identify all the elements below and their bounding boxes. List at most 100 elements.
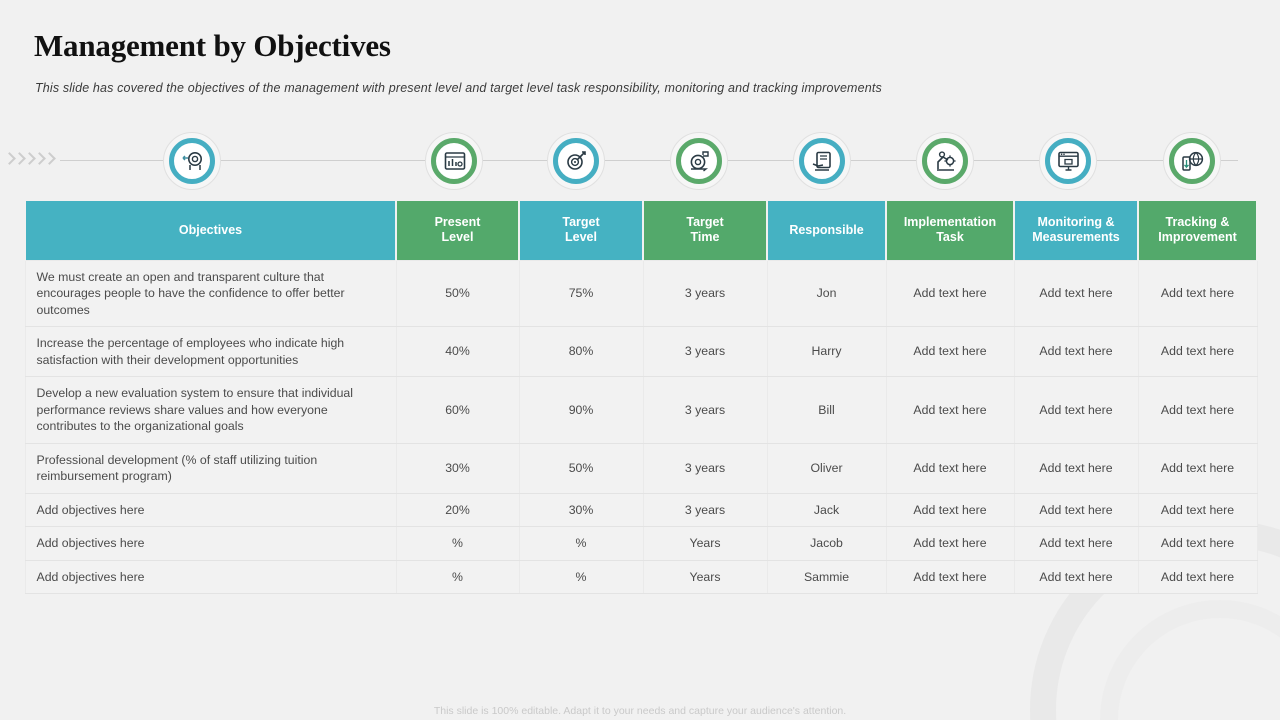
cell-tracking[interactable]: Add text here (1137, 376, 1258, 444)
cell-objective[interactable]: Increase the percentage of employees who… (24, 326, 397, 377)
slide-canvas: Management by Objectives This slide has … (0, 0, 1280, 720)
column-header-target-level[interactable]: Target Level (518, 201, 644, 260)
table-row[interactable]: Increase the percentage of employees who… (24, 326, 1258, 377)
cell-present_level[interactable]: 30% (395, 443, 520, 494)
cell-responsible[interactable]: Oliver (766, 443, 887, 494)
cell-target_time[interactable]: Years (642, 526, 768, 561)
process-icon-strip (0, 132, 1280, 190)
table-row[interactable]: Add objectives here 20% 30% 3 years Jack Add … (24, 493, 1258, 527)
cell-present_level[interactable]: 20% (395, 493, 520, 527)
target-flag-icon (690, 150, 709, 172)
cell-implementation_task[interactable]: Add text here (885, 493, 1015, 527)
cell-responsible[interactable]: Jon (766, 259, 887, 327)
objectives-table-container: Objectives Present Level Target Level Target T… (24, 201, 1258, 594)
cell-target_time[interactable]: 3 years (642, 326, 768, 377)
goal-magnifier-icon (181, 151, 202, 170)
icon-ring-teal (1045, 138, 1091, 184)
cell-implementation_task[interactable]: Add text here (885, 526, 1015, 561)
column-header-objectives[interactable]: Objectives (24, 201, 397, 260)
process-node-5[interactable] (793, 132, 851, 190)
table-row[interactable]: Develop a new evaluation system to ensur… (24, 376, 1258, 444)
cell-tracking[interactable]: Add text here (1137, 526, 1258, 561)
table-row[interactable]: Add objectives here%% Years Sammie Add text… (24, 560, 1258, 594)
globe-network-icon (1181, 151, 1203, 171)
process-node-2[interactable] (425, 132, 483, 190)
chevron-arrow-icon (34, 149, 44, 171)
column-header-present-level[interactable]: Present Level (395, 201, 520, 260)
cell-implementation_task[interactable]: Add text here (885, 376, 1015, 444)
cell-target_level[interactable]: 90% (518, 376, 644, 444)
table-row[interactable]: Add objectives here%% Years Jacob Add text … (24, 526, 1258, 561)
footer-note: This slide is 100% editable. Adapt it to… (433, 705, 847, 717)
monitor-hand-icon (812, 151, 831, 171)
cell-tracking[interactable]: Add text here (1137, 326, 1258, 377)
cell-tracking[interactable]: Add text here (1137, 493, 1258, 527)
cell-target_level[interactable]: % (518, 560, 644, 594)
cell-responsible[interactable]: Sammie (766, 560, 887, 594)
cell-target_time[interactable]: 3 years (642, 376, 768, 444)
column-header-target-time[interactable]: Target Time (642, 201, 768, 260)
cell-present_level[interactable]: 60% (395, 376, 520, 444)
cell-monitoring[interactable]: Add text here (1013, 259, 1139, 327)
process-node-8[interactable] (1163, 132, 1221, 190)
icon-ring-teal (553, 138, 599, 184)
cell-monitoring[interactable]: Add text here (1013, 560, 1139, 594)
cell-target_level[interactable]: 30% (518, 493, 644, 527)
table-row[interactable]: Professional development (% of staff uti… (24, 443, 1258, 494)
cell-monitoring[interactable]: Add text here (1013, 376, 1139, 444)
process-node-3[interactable] (547, 132, 605, 190)
cell-implementation_task[interactable]: Add text here (885, 560, 1015, 594)
cell-target_time[interactable]: 3 years (642, 259, 768, 327)
column-header-implementation-task[interactable]: Implementation Task (885, 201, 1015, 260)
cell-objective[interactable]: Develop a new evaluation system to ensur… (24, 376, 397, 444)
cell-target_time[interactable]: 3 years (642, 443, 768, 494)
cell-tracking[interactable]: Add text here (1137, 443, 1258, 494)
cell-present_level[interactable]: % (395, 560, 520, 594)
column-header-tracking-improvement[interactable]: Tracking & Improvement (1137, 201, 1258, 260)
cell-target_time[interactable]: Years (642, 560, 768, 594)
process-node-1[interactable] (163, 132, 221, 190)
decorative-arc-inner (1100, 600, 1280, 720)
column-header-responsible[interactable]: Responsible (766, 201, 887, 260)
icon-ring-green (922, 138, 968, 184)
cell-target_level[interactable]: % (518, 526, 644, 561)
table-body: We must create an open and transparent c… (24, 259, 1258, 594)
cell-implementation_task[interactable]: Add text here (885, 259, 1015, 327)
cell-tracking[interactable]: Add text here (1137, 259, 1258, 327)
cell-tracking[interactable]: Add text here (1137, 560, 1258, 594)
chevron-arrow-icon (44, 149, 54, 171)
cell-target_time[interactable]: 3 years (642, 493, 768, 527)
chevron-arrows-icon (4, 149, 54, 171)
cell-monitoring[interactable]: Add text here (1013, 443, 1139, 494)
chevron-arrow-icon (4, 149, 14, 171)
cell-implementation_task[interactable]: Add text here (885, 443, 1015, 494)
cell-responsible[interactable]: Bill (766, 376, 887, 444)
page-title: Management by Objectives (34, 28, 391, 63)
cell-responsible[interactable]: Jacob (766, 526, 887, 561)
cell-implementation_task[interactable]: Add text here (885, 326, 1015, 377)
table-row[interactable]: We must create an open and transparent c… (24, 259, 1258, 327)
cell-objective[interactable]: Professional development (% of staff uti… (24, 443, 397, 494)
cell-target_level[interactable]: 80% (518, 326, 644, 377)
cell-monitoring[interactable]: Add text here (1013, 493, 1139, 527)
cell-responsible[interactable]: Jack (766, 493, 887, 527)
cell-monitoring[interactable]: Add text here (1013, 326, 1139, 377)
cell-objective[interactable]: Add objectives here (24, 493, 397, 527)
cell-present_level[interactable]: 40% (395, 326, 520, 377)
cell-present_level[interactable]: % (395, 526, 520, 561)
cell-target_level[interactable]: 50% (518, 443, 644, 494)
process-node-4[interactable] (670, 132, 728, 190)
table-header-row: Objectives Present Level Target Level Target T… (24, 201, 1258, 260)
cell-monitoring[interactable]: Add text here (1013, 526, 1139, 561)
cell-objective[interactable]: We must create an open and transparent c… (24, 259, 397, 327)
process-node-6[interactable] (916, 132, 974, 190)
objectives-table: Objectives Present Level Target Level Target T… (24, 201, 1258, 594)
column-header-monitoring-measurements[interactable]: Monitoring & Measurements (1013, 201, 1139, 260)
browser-monitor-icon (1057, 151, 1079, 171)
process-node-7[interactable] (1039, 132, 1097, 190)
cell-present_level[interactable]: 50% (395, 259, 520, 327)
cell-objective[interactable]: Add objectives here (24, 526, 397, 561)
cell-objective[interactable]: Add objectives here (24, 560, 397, 594)
cell-target_level[interactable]: 75% (518, 259, 644, 327)
cell-responsible[interactable]: Harry (766, 326, 887, 377)
